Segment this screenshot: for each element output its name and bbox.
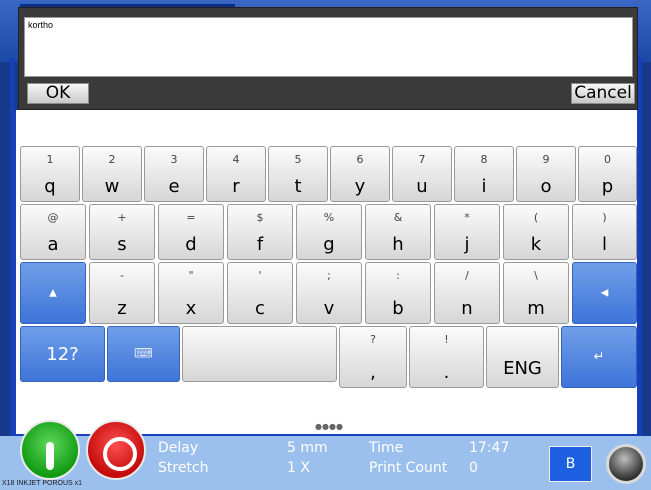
round-status-button[interactable] bbox=[606, 444, 646, 484]
time-label: Time bbox=[369, 440, 404, 456]
shift-key[interactable]: ▲ bbox=[20, 262, 86, 324]
key-l[interactable]: ) l bbox=[572, 204, 637, 260]
key-o[interactable]: 9o bbox=[516, 146, 576, 202]
language-key[interactable]: ENG bbox=[486, 326, 559, 388]
screen: kortho OK Cancel 1q 2w 3e 4r 5t 6y 7u 8i… bbox=[0, 0, 651, 490]
cancel-button[interactable]: Cancel bbox=[571, 83, 635, 104]
key-h[interactable]: & h bbox=[365, 204, 431, 260]
space-key[interactable] bbox=[182, 326, 337, 382]
stretch-value: 1 X bbox=[287, 460, 310, 476]
key-e[interactable]: 3e bbox=[144, 146, 204, 202]
key-s[interactable]: + s bbox=[89, 204, 155, 260]
keyboard-icon: ⌨ bbox=[134, 346, 153, 362]
key-d[interactable]: = d bbox=[158, 204, 224, 260]
numbers-key[interactable]: 12? bbox=[20, 326, 105, 382]
key-f[interactable]: $ f bbox=[227, 204, 293, 260]
key-z[interactable]: -z bbox=[89, 262, 155, 324]
keyboard-toggle-key[interactable]: ⌨ bbox=[107, 326, 180, 382]
key-b[interactable]: :b bbox=[365, 262, 431, 324]
key-r[interactable]: 4r bbox=[206, 146, 266, 202]
key-comma[interactable]: ?, bbox=[339, 326, 407, 388]
delay-label: Delay bbox=[158, 440, 199, 456]
key-c[interactable]: ' c bbox=[227, 262, 293, 324]
stretch-label: Stretch bbox=[158, 460, 209, 476]
product-label: X18 INKJET POROUS x1 bbox=[2, 480, 83, 487]
key-a[interactable]: @ a bbox=[20, 204, 86, 260]
time-value: 17:47 bbox=[469, 440, 510, 456]
key-u[interactable]: 7u bbox=[392, 146, 452, 202]
backspace-icon: ◀ bbox=[600, 287, 609, 299]
key-v[interactable]: ; v bbox=[296, 262, 362, 324]
print-count-label: Print Count bbox=[369, 460, 448, 476]
key-q[interactable]: 1q bbox=[20, 146, 80, 202]
enter-icon: ↵ bbox=[593, 349, 605, 365]
key-g[interactable]: % g bbox=[296, 204, 362, 260]
key-y[interactable]: 6y bbox=[330, 146, 390, 202]
print-count-value: 0 bbox=[469, 460, 478, 476]
shift-icon: ▲ bbox=[49, 287, 57, 299]
mode-button[interactable]: B bbox=[549, 446, 592, 482]
backspace-key[interactable]: ◀ bbox=[572, 262, 637, 324]
key-t[interactable]: 5t bbox=[268, 146, 328, 202]
delay-value: 5 mm bbox=[287, 440, 328, 456]
key-k[interactable]: (k bbox=[503, 204, 569, 260]
key-i[interactable]: 8i bbox=[454, 146, 514, 202]
key-m[interactable]: \ m bbox=[503, 262, 569, 324]
start-print-button[interactable] bbox=[20, 420, 80, 480]
stop-print-button[interactable] bbox=[86, 420, 146, 480]
enter-key[interactable]: ↵ bbox=[561, 326, 637, 388]
key-n[interactable]: / n bbox=[434, 262, 500, 324]
input-panel: kortho OK Cancel bbox=[18, 7, 638, 110]
key-j[interactable]: * j bbox=[434, 204, 500, 260]
key-w[interactable]: 2w bbox=[82, 146, 142, 202]
key-p[interactable]: 0p bbox=[578, 146, 637, 202]
key-period[interactable]: !. bbox=[409, 326, 484, 388]
page-indicator: ●●●● bbox=[315, 422, 343, 431]
key-x[interactable]: " x bbox=[158, 262, 224, 324]
ok-button[interactable]: OK bbox=[27, 83, 89, 104]
text-input[interactable]: kortho bbox=[24, 17, 633, 77]
keyboard-window: 1q 2w 3e 4r 5t 6y 7u 8i 9o 0p @ a + s = d $… bbox=[14, 110, 639, 436]
